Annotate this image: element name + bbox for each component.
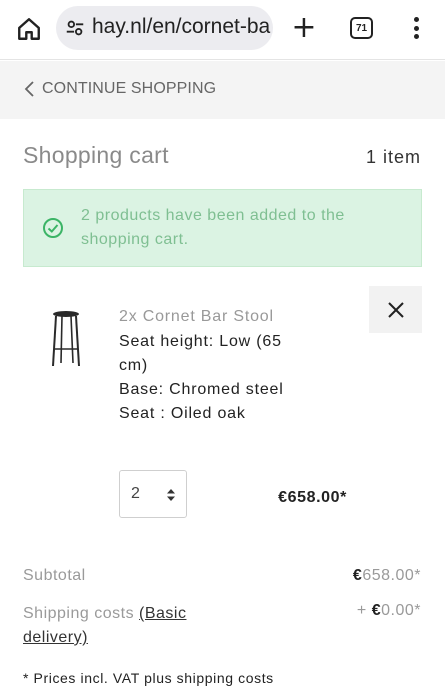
vat-note: * Prices incl. VAT plus shipping costs [23,670,274,686]
subtotal-label: Subtotal [23,567,86,584]
product-name[interactable]: 2x Cornet Bar Stool [119,308,274,326]
attribute-seat: Seat : Oiled oak [119,405,246,422]
shipping-label: Shipping costs (Basic delivery) [23,605,187,646]
item-price: €658.00* [278,489,347,506]
shipping-value: + €0.00* [356,602,421,619]
kebab-menu-icon[interactable] [406,14,426,42]
alert-message: 2 products have been added to the shoppi… [81,207,345,248]
tune-icon[interactable] [64,17,86,39]
chevron-left-icon [24,81,34,97]
browser-toolbar: hay.nl/en/cornet-ba + 71 [0,0,445,60]
continue-shopping-bar: CONTINUE SHOPPING [0,61,445,119]
product-image[interactable] [46,309,86,369]
remove-item-button[interactable] [369,286,422,333]
product-attributes: Seat height: Low (65 cm) Base: Chromed s… [119,330,289,426]
url-text: hay.nl/en/cornet-ba [92,15,271,38]
continue-shopping-label: CONTINUE SHOPPING [42,80,217,97]
tabs-icon[interactable]: 71 [350,17,373,39]
plus-icon[interactable]: + [288,12,320,44]
home-icon[interactable] [14,14,44,44]
select-arrows-icon [167,489,175,501]
continue-shopping-link[interactable]: CONTINUE SHOPPING [24,80,216,98]
success-alert: 2 products have been added to the shoppi… [23,189,422,267]
attribute-base: Base: Chromed steel [119,381,284,398]
quantity-value: 2 [131,485,140,502]
check-circle-icon [43,218,63,238]
address-bar[interactable]: hay.nl/en/cornet-ba [56,6,273,50]
attribute-seat-height: Seat height: Low (65 cm) [119,333,282,374]
quantity-select[interactable]: 2 [119,470,187,518]
cart-item-count: 1 item [365,147,421,167]
page-title: Shopping cart [23,142,169,168]
subtotal-value: €658.00* [352,567,421,584]
close-icon [387,301,404,318]
tab-count: 71 [355,22,368,34]
